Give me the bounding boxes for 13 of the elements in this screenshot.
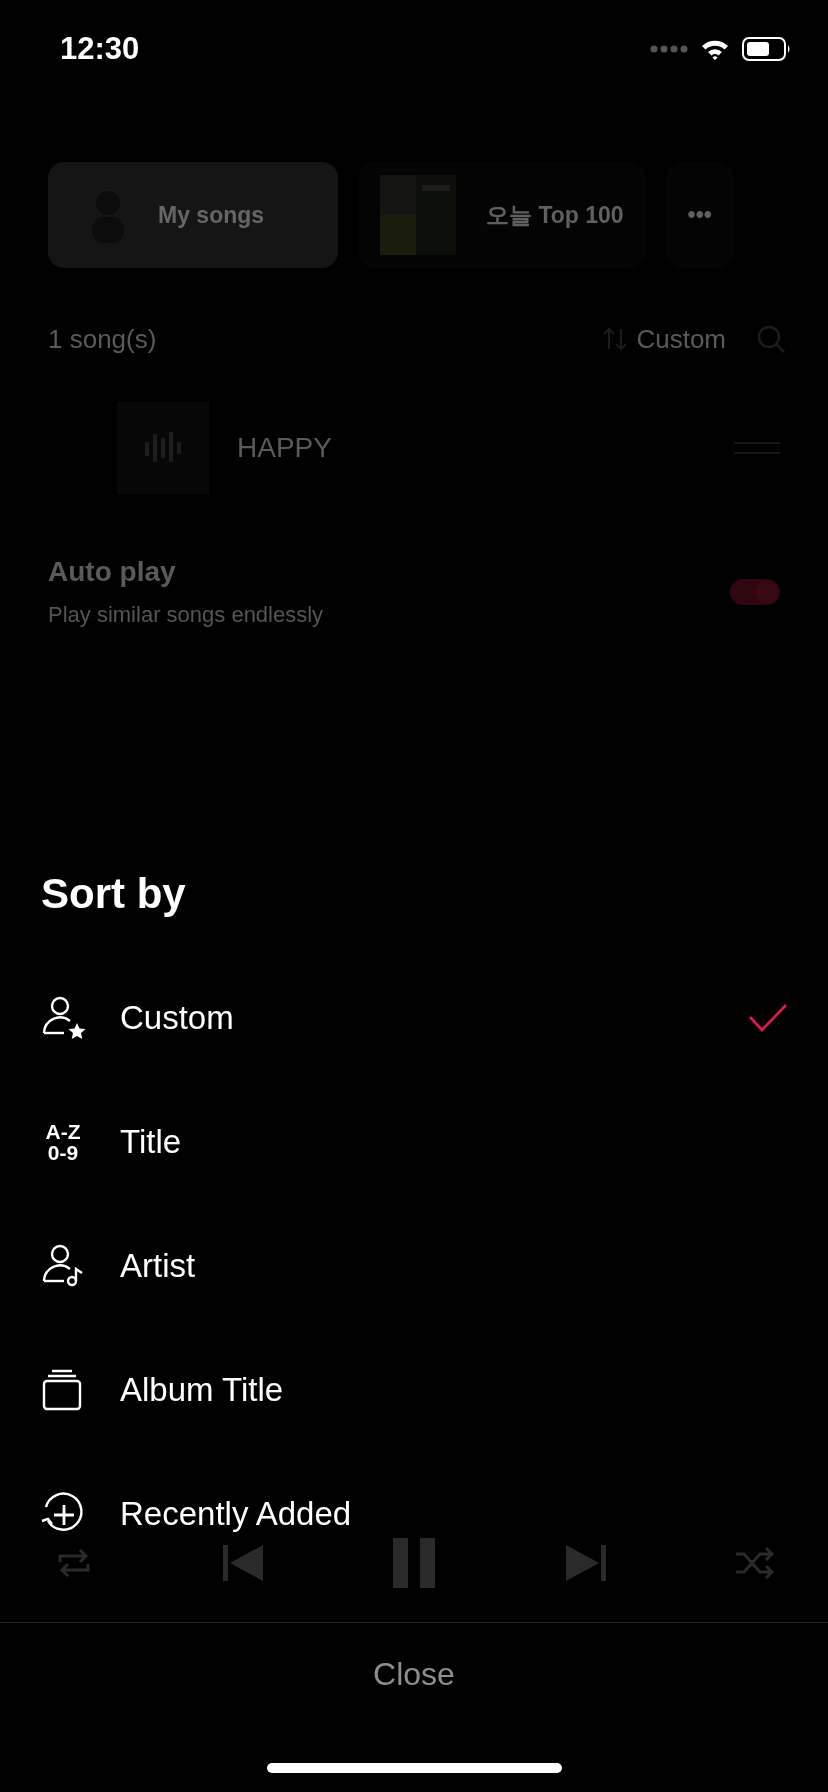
sort-icon: A-Z 0-9: [40, 1121, 86, 1163]
sort-option[interactable]: Artist: [0, 1204, 828, 1328]
auto-play-label: Auto play: [48, 556, 177, 588]
status-time: 12:30: [60, 31, 140, 67]
sort-option[interactable]: Album Title: [0, 1328, 828, 1452]
song-count: 1 song(s): [48, 323, 158, 355]
song-title: HAPPY: [237, 432, 333, 464]
sheet-title: Sort by: [40, 869, 187, 919]
auto-play-description: Play similar songs endlessly: [48, 602, 325, 628]
close-button[interactable]: Close: [0, 1622, 828, 1726]
sort-option[interactable]: Custom: [0, 956, 828, 1080]
sort-option[interactable]: Recently Added: [0, 1452, 828, 1576]
sort-option[interactable]: A-Z 0-9 Title: [0, 1080, 828, 1204]
